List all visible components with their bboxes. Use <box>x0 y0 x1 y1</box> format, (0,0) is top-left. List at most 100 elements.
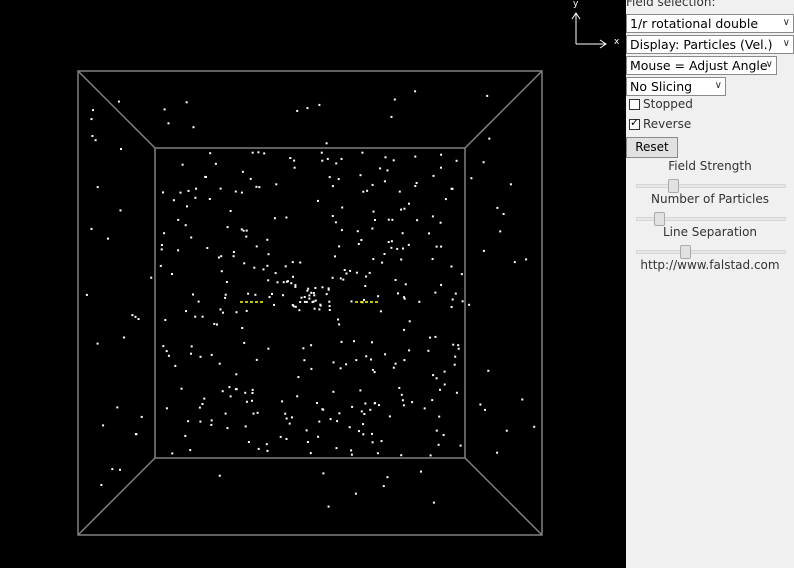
particle <box>204 175 207 178</box>
particle <box>499 230 502 233</box>
particle <box>457 344 460 347</box>
display-select[interactable]: Display: Particles (Vel.) ∨ <box>626 35 794 54</box>
particle <box>140 415 143 418</box>
particle <box>403 207 406 210</box>
particle <box>408 202 410 205</box>
particle <box>364 285 367 287</box>
particle <box>431 399 434 402</box>
particle <box>85 293 88 296</box>
particle <box>390 240 393 243</box>
particle <box>387 241 390 243</box>
field-view[interactable]: y x <box>0 0 626 568</box>
particle <box>167 354 170 357</box>
particle <box>435 245 438 248</box>
particle <box>187 189 190 192</box>
particle <box>172 199 175 202</box>
line-separation-slider[interactable] <box>636 245 786 259</box>
field-select[interactable]: 1/r rotational double ∨ <box>626 14 794 33</box>
simulation-canvas[interactable]: y x <box>0 0 626 568</box>
reverse-checkbox[interactable]: ✓ <box>629 116 640 130</box>
particle <box>402 404 405 407</box>
particle <box>502 213 505 215</box>
particle <box>187 420 190 423</box>
particle <box>296 109 299 112</box>
particle <box>165 350 168 353</box>
reverse-checkbox-row[interactable]: ✓ Reverse <box>629 116 691 132</box>
particle <box>332 361 335 364</box>
particle <box>326 157 329 160</box>
particle <box>279 435 282 438</box>
particle <box>355 271 358 274</box>
particle <box>361 151 364 154</box>
particle <box>206 247 209 249</box>
particle <box>392 159 395 162</box>
particle <box>319 304 322 307</box>
particle <box>258 186 261 189</box>
particle <box>317 435 320 438</box>
particle <box>356 230 359 233</box>
chevron-down-icon: ∨ <box>765 59 773 70</box>
particle <box>165 407 168 410</box>
y-axis-label: y <box>573 0 579 9</box>
particle <box>434 335 437 338</box>
particle <box>400 208 403 211</box>
particle <box>337 178 340 181</box>
particle <box>513 261 516 264</box>
particle <box>306 441 309 443</box>
particle <box>313 294 316 297</box>
particle <box>305 429 308 432</box>
particle <box>368 271 371 274</box>
particle <box>318 103 321 106</box>
particle <box>335 162 338 165</box>
stopped-checkbox[interactable] <box>629 98 640 110</box>
particle <box>287 280 289 283</box>
particle <box>533 425 536 428</box>
particle <box>359 174 362 177</box>
particle <box>291 416 293 419</box>
particle <box>117 100 120 103</box>
axis-indicator: y x <box>571 0 620 49</box>
particle <box>245 229 248 232</box>
particle <box>371 368 374 371</box>
particle <box>284 265 287 268</box>
particle <box>96 342 99 345</box>
slider-thumb[interactable] <box>668 179 679 193</box>
stopped-label: Stopped <box>643 97 693 111</box>
particle <box>432 174 435 177</box>
field-strength-slider[interactable] <box>636 179 786 193</box>
slider-thumb[interactable] <box>654 212 665 226</box>
particle <box>461 300 464 303</box>
stopped-checkbox-row[interactable]: Stopped <box>629 96 693 112</box>
particle <box>171 452 174 455</box>
particle <box>298 309 301 312</box>
particle <box>403 328 406 331</box>
particle <box>364 402 367 405</box>
particle <box>377 295 380 298</box>
particle <box>120 148 122 150</box>
particle <box>210 423 213 426</box>
particle <box>107 237 109 240</box>
particle <box>328 305 331 308</box>
particle <box>442 434 445 436</box>
falstad-link[interactable]: http://www.falstad.com <box>626 258 794 272</box>
particle <box>392 366 395 369</box>
num-particles-slider[interactable] <box>636 212 786 226</box>
slider-thumb[interactable] <box>680 245 691 259</box>
particle <box>195 187 198 190</box>
particle <box>282 281 285 284</box>
particle <box>253 266 256 269</box>
particle <box>96 186 99 189</box>
mouse-mode-select[interactable]: Mouse = Adjust Angle ∨ <box>626 56 777 75</box>
slicing-select[interactable]: No Slicing ∨ <box>626 77 726 96</box>
particle <box>194 196 197 199</box>
particle <box>242 229 245 232</box>
particle <box>423 407 426 410</box>
particle <box>190 352 192 355</box>
particle <box>470 177 473 180</box>
reset-button[interactable]: Reset <box>626 137 678 158</box>
particle <box>225 281 228 283</box>
particle <box>111 468 114 471</box>
particle <box>192 126 195 129</box>
particle <box>245 235 248 238</box>
particle <box>350 449 353 452</box>
